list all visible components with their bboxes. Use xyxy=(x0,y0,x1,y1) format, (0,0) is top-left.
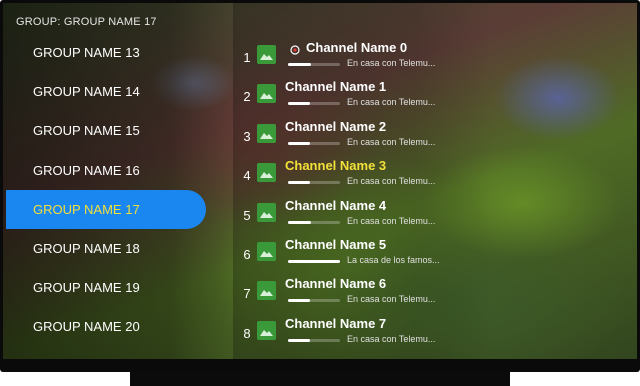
channel-name: Channel Name 1 xyxy=(285,79,387,95)
image-placeholder-icon xyxy=(257,84,276,104)
channel-row[interactable]: 2 Channel Name 1 En casa con Telemu... xyxy=(240,75,480,114)
program-progress-bar xyxy=(288,141,340,145)
channel-row[interactable]: 6 Channel Name 5 La casa de los famos... xyxy=(240,233,480,272)
channel-number: 6 xyxy=(243,246,251,262)
channel-name: Channel Name 3 xyxy=(285,158,387,174)
program-progress-bar xyxy=(288,338,340,342)
group-item[interactable]: GROUP NAME 15 xyxy=(6,111,206,150)
image-placeholder-icon xyxy=(257,123,276,143)
program-progress-fill xyxy=(288,259,340,263)
channel-name: Channel Name 5 xyxy=(285,236,387,252)
channel-number: 8 xyxy=(243,325,251,341)
channel-number: 2 xyxy=(243,89,251,105)
channel-number: 1 xyxy=(243,50,251,65)
channel-row[interactable]: 1 Channel Name 0 En casa con Telemu... xyxy=(240,36,480,75)
program-progress-bar xyxy=(288,102,340,106)
program-progress-bar xyxy=(288,220,340,224)
program-progress-fill xyxy=(288,220,312,224)
channel-row[interactable]: 3 Channel Name 2 En casa con Telemu... xyxy=(240,115,480,154)
channel-name: Channel Name 7 xyxy=(285,315,387,331)
program-progress-fill xyxy=(288,141,310,145)
channel-row[interactable]: 4 Channel Name 3 En casa con Telemu... xyxy=(240,154,480,193)
program-title: En casa con Telemu... xyxy=(347,333,436,344)
program-progress-fill xyxy=(288,338,310,342)
program-title: En casa con Telemu... xyxy=(347,176,436,187)
program-title: La casa de los famos... xyxy=(347,254,440,265)
tv-stand xyxy=(130,372,510,386)
channel-number: 5 xyxy=(243,207,251,223)
group-item[interactable]: GROUP NAME 20 xyxy=(6,307,206,346)
image-placeholder-icon xyxy=(257,281,276,301)
program-title: En casa con Telemu... xyxy=(347,294,436,305)
program-progress-bar xyxy=(288,63,340,66)
group-item[interactable]: GROUP NAME 17 xyxy=(6,189,206,229)
group-item[interactable]: GROUP NAME 14 xyxy=(6,72,206,111)
clock-icon xyxy=(290,42,300,55)
group-item[interactable]: GROUP NAME 13 xyxy=(6,33,206,72)
tv-frame: GROUP: GROUP NAME 17 GROUP NAME 13 GROUP … xyxy=(0,0,640,372)
channel-row[interactable]: 7 Channel Name 6 En casa con Telemu... xyxy=(240,272,480,311)
group-item[interactable]: GROUP NAME 16 xyxy=(6,151,206,190)
image-placeholder-icon xyxy=(257,241,276,261)
channel-number: 4 xyxy=(243,168,251,184)
channel-name: Channel Name 0 xyxy=(306,40,408,55)
channel-name: Channel Name 6 xyxy=(285,276,387,292)
program-progress-bar xyxy=(288,181,340,185)
channel-row[interactable]: 8 Channel Name 7 En casa con Telemu... xyxy=(240,312,480,351)
program-title: En casa con Telemu... xyxy=(347,58,436,68)
channel-number: 7 xyxy=(243,286,251,302)
program-progress-bar xyxy=(288,299,340,303)
channel-number: 3 xyxy=(243,128,251,144)
channel-list: 1 Channel Name 0 En casa con Telemu... 2 Cha… xyxy=(240,36,480,351)
image-placeholder-icon xyxy=(257,320,276,340)
channel-name: Channel Name 4 xyxy=(285,197,387,213)
program-progress-fill xyxy=(288,181,310,185)
tv-screen: GROUP: GROUP NAME 17 GROUP NAME 13 GROUP … xyxy=(3,3,637,359)
image-placeholder-icon xyxy=(257,45,276,64)
program-title: En casa con Telemu... xyxy=(347,215,436,226)
program-title: En casa con Telemu... xyxy=(347,97,436,108)
image-placeholder-icon xyxy=(257,163,276,183)
program-progress-bar xyxy=(288,259,340,263)
program-progress-fill xyxy=(288,299,310,303)
group-list: GROUP NAME 13 GROUP NAME 14 GROUP NAME 15 G… xyxy=(6,33,206,347)
group-item[interactable]: GROUP NAME 19 xyxy=(6,268,206,307)
group-item[interactable]: GROUP NAME 18 xyxy=(6,229,206,268)
program-progress-fill xyxy=(288,102,310,106)
channel-row[interactable]: 5 Channel Name 4 En casa con Telemu... xyxy=(240,194,480,233)
program-title: En casa con Telemu... xyxy=(347,136,436,147)
channel-name: Channel Name 2 xyxy=(285,118,387,134)
current-group-title: GROUP: GROUP NAME 17 xyxy=(16,16,157,28)
image-placeholder-icon xyxy=(257,202,276,222)
program-progress-fill xyxy=(288,63,312,66)
